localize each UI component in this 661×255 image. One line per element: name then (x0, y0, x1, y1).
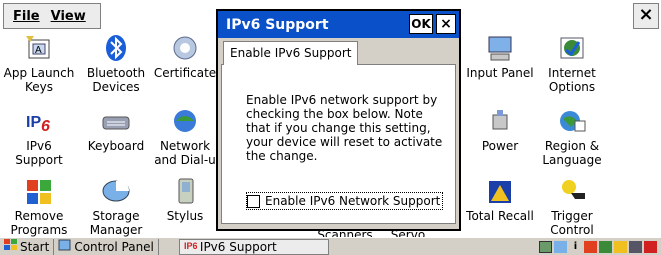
dialog-description: Enable IPv6 network support by checking … (246, 93, 443, 163)
tile-storage-manager[interactable]: Storage Manager (77, 177, 155, 237)
tile-keyboard[interactable]: Keyboard (77, 107, 155, 153)
windows-logo-icon (4, 239, 17, 254)
tile-power[interactable]: Power (461, 107, 539, 153)
dialog-close-button[interactable]: × (436, 14, 456, 34)
tile-label: Total Recall (466, 209, 534, 223)
tray-info-icon[interactable]: i (569, 241, 582, 253)
tile-label: Keyboard (87, 139, 145, 153)
control-panel-icon (58, 239, 71, 254)
svg-text:A: A (35, 45, 42, 56)
enable-ipv6-checkbox-label[interactable]: Enable IPv6 Network Support (265, 194, 440, 208)
window-close-button[interactable]: × (633, 3, 659, 29)
tile-ipv6-support[interactable]: IP 6 IPv6 Support (0, 107, 78, 167)
tile-bluetooth-devices[interactable]: Bluetooth Devices (77, 34, 155, 94)
trigger-icon (557, 177, 587, 205)
tray-folder-icon[interactable] (614, 241, 627, 253)
control-panel-label: Control Panel (74, 239, 154, 254)
dialog-title: IPv6 Support (226, 16, 329, 33)
tile-label: Storage Manager (89, 209, 143, 237)
tile-label: IPv6 Support (15, 139, 63, 167)
tile-label: App Launch Keys (3, 66, 75, 94)
ipv6-task-label: IPv6 Support (199, 239, 277, 254)
tile-internet-options[interactable]: Internet Options (533, 34, 611, 94)
ipv6-icon: IP 6 (24, 107, 54, 135)
tray-warning-icon[interactable] (584, 241, 597, 253)
tile-trigger-control[interactable]: Trigger Control (533, 177, 611, 237)
remove-programs-icon (24, 177, 54, 205)
view-menu[interactable]: View (48, 9, 94, 24)
bluetooth-icon (101, 34, 131, 62)
enable-ipv6-checkbox[interactable] (247, 194, 260, 208)
tile-label: Stylus (166, 209, 204, 223)
tile-label: Remove Programs (10, 209, 68, 237)
tile-label: Network and Dial-u (154, 139, 216, 167)
enable-ipv6-checkbox-row[interactable]: Enable IPv6 Network Support (246, 192, 444, 210)
tile-label: Trigger Control (550, 209, 594, 237)
start-label: Start (20, 239, 50, 254)
svg-text:6: 6 (41, 118, 50, 135)
system-tray: i (539, 239, 657, 255)
taskbar-control-panel[interactable]: Control Panel (54, 238, 159, 255)
tile-region-language[interactable]: Region & Language (533, 107, 611, 167)
keyboard-icon (101, 107, 131, 135)
network-icon (170, 107, 200, 135)
menu-group: File View (3, 3, 101, 29)
ipv6-support-dialog: IPv6 Support OK × Enable IPv6 Support En… (216, 9, 461, 231)
tile-input-panel[interactable]: Input Panel (461, 34, 539, 80)
internet-options-icon (557, 34, 587, 62)
start-button[interactable]: Start (0, 238, 55, 255)
tile-label: Input Panel (466, 66, 534, 80)
stylus-icon (170, 177, 200, 205)
total-recall-icon (485, 177, 515, 205)
storage-icon (101, 177, 131, 205)
power-icon (485, 107, 515, 135)
tile-label: Internet Options (548, 66, 596, 94)
taskbar: Start Control Panel IP6 IPv6 Support i (0, 237, 661, 255)
app-launch-icon: A (24, 34, 54, 62)
certificate-icon (170, 34, 200, 62)
taskbar-ipv6-support[interactable]: IP6 IPv6 Support (178, 238, 329, 255)
tile-label: Region & Language (542, 139, 602, 167)
tile-network[interactable]: Network and Dial-u (150, 107, 220, 167)
input-panel-icon (485, 34, 515, 62)
tile-label: Power (481, 139, 519, 153)
tile-total-recall[interactable]: Total Recall (461, 177, 539, 223)
tab-panel: Enable IPv6 network support by checking … (221, 64, 456, 224)
dialog-title-bar: IPv6 Support OK × (218, 11, 459, 38)
svg-text:IP6: IP6 (184, 241, 197, 251)
tray-network-icon[interactable] (539, 241, 552, 253)
region-icon (557, 107, 587, 135)
tray-sync-icon[interactable] (554, 241, 567, 253)
ok-button[interactable]: OK (409, 14, 433, 34)
tile-stylus[interactable]: Stylus (150, 177, 220, 223)
tile-remove-programs[interactable]: Remove Programs (0, 177, 78, 237)
tile-app-launch-keys[interactable]: A App Launch Keys (0, 34, 78, 94)
tab-enable-ipv6-support[interactable]: Enable IPv6 Support (223, 41, 359, 65)
tile-label: Bluetooth Devices (86, 66, 146, 94)
ipv6-task-icon: IP6 (184, 239, 198, 254)
tray-power-icon[interactable] (644, 241, 657, 253)
tray-device-icon[interactable] (629, 241, 642, 253)
tray-battery-icon[interactable] (599, 241, 612, 253)
file-menu[interactable]: File (10, 9, 48, 24)
tile-label: Certificate (153, 66, 217, 80)
tile-certificates[interactable]: Certificate (150, 34, 220, 80)
svg-text:IP: IP (26, 114, 41, 131)
